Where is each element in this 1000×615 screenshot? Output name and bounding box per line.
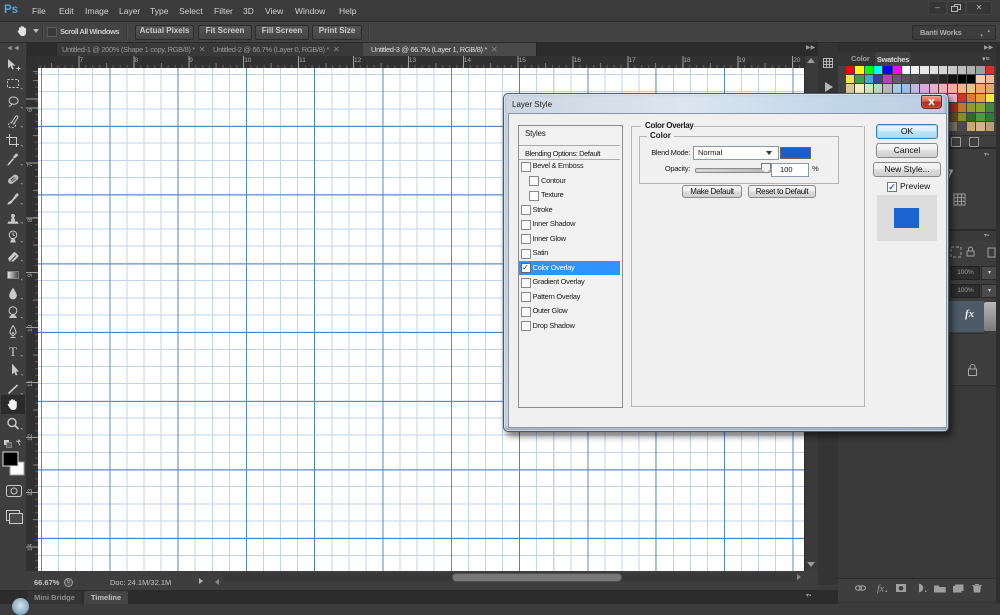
svg-text:fx: fx [877,584,885,595]
svg-text:T: T [9,344,17,359]
